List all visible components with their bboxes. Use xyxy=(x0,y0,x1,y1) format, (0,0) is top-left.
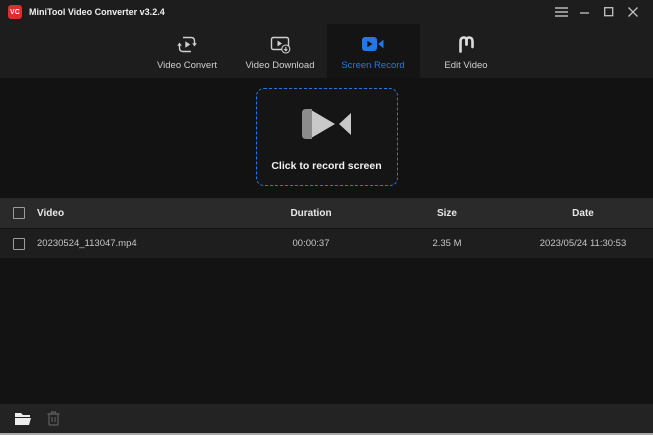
tab-screen-record[interactable]: Screen Record xyxy=(327,24,420,78)
edit-icon xyxy=(456,33,477,55)
record-screen-button[interactable]: Click to record screen xyxy=(256,88,398,186)
bottom-toolbar xyxy=(0,404,653,433)
record-panel: Click to record screen xyxy=(0,78,653,198)
video-camera-icon xyxy=(298,104,356,149)
menu-icon[interactable] xyxy=(549,0,573,24)
record-icon xyxy=(361,33,385,55)
row-checkbox[interactable] xyxy=(13,238,25,250)
tab-video-convert[interactable]: Video Convert xyxy=(141,24,234,78)
app-title: MiniTool Video Converter v3.2.4 xyxy=(29,7,165,17)
row-duration: 00:00:37 xyxy=(243,238,379,249)
header-duration: Duration xyxy=(243,208,379,219)
app-window: VC MiniTool Video Converter v3.2.4 xyxy=(0,0,653,435)
close-icon[interactable] xyxy=(621,0,645,24)
header-date: Date xyxy=(515,208,651,219)
tab-label: Edit Video xyxy=(444,60,487,71)
maximize-icon[interactable] xyxy=(597,0,621,24)
header-video: Video xyxy=(37,208,64,219)
minimize-icon[interactable] xyxy=(573,0,597,24)
tab-video-download[interactable]: Video Download xyxy=(234,24,327,78)
list-empty-area xyxy=(0,258,653,404)
header-size: Size xyxy=(379,208,515,219)
tab-label: Screen Record xyxy=(341,60,404,71)
convert-icon xyxy=(175,33,199,55)
tab-label: Video Download xyxy=(245,60,314,71)
window-controls xyxy=(549,0,645,24)
tab-edit-video[interactable]: Edit Video xyxy=(420,24,513,78)
row-date: 2023/05/24 11:30:53 xyxy=(515,238,651,249)
table-row[interactable]: 20230524_113047.mp4 00:00:37 2.35 M 2023… xyxy=(0,228,653,258)
row-video-col: 20230524_113047.mp4 xyxy=(0,238,243,250)
tab-label: Video Convert xyxy=(157,60,217,71)
delete-icon[interactable] xyxy=(40,404,66,433)
header-video-col: Video xyxy=(0,207,243,219)
download-icon xyxy=(268,33,292,55)
row-size: 2.35 M xyxy=(379,238,515,249)
tabbar: Video Convert Video Download xyxy=(0,24,653,78)
table-header: Video Duration Size Date xyxy=(0,198,653,228)
record-label: Click to record screen xyxy=(271,160,381,172)
open-folder-icon[interactable] xyxy=(10,404,36,433)
row-filename: 20230524_113047.mp4 xyxy=(37,238,137,249)
select-all-checkbox[interactable] xyxy=(13,207,25,219)
app-logo-icon: VC xyxy=(8,5,22,19)
titlebar: VC MiniTool Video Converter v3.2.4 xyxy=(0,0,653,24)
